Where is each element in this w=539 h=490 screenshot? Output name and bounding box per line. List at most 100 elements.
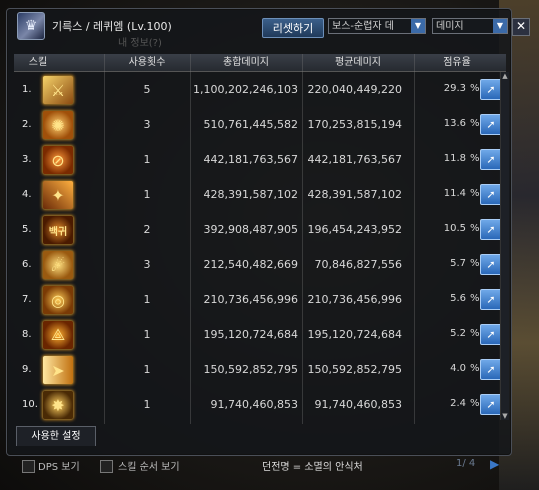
- table-row: 2. ✺ 3 510,761,445,582 170,253,815,194 1…: [14, 107, 506, 142]
- col-uses: 사용횟수: [128, 57, 166, 68]
- next-page-icon[interactable]: ▶: [490, 457, 499, 471]
- skill-icon: ☄: [42, 250, 74, 280]
- table-row: 5. 백귀 2 392,908,487,905 196,454,243,952 …: [14, 212, 506, 247]
- col-share: 점유율: [443, 57, 471, 68]
- uses: 2: [143, 223, 151, 236]
- table-row: 9. ➤ 1 150,592,852,795 150,592,852,795 4…: [14, 352, 506, 387]
- percent-sign: %: [470, 118, 480, 129]
- skill-icon: ➤: [42, 355, 74, 385]
- total-damage: 212,540,482,669: [203, 258, 298, 271]
- rank: 2.: [22, 119, 32, 130]
- skill-icon: ⊘: [42, 145, 74, 175]
- uses: 1: [143, 188, 151, 201]
- used-settings-tab[interactable]: 사용한 설정: [16, 426, 96, 446]
- share: 4.0: [450, 363, 466, 374]
- dungeon-select-value: 보스-순렵자 데: [332, 21, 394, 32]
- skill-icon: 백귀: [42, 215, 74, 245]
- table-row: 7. ◎ 1 210,736,456,996 210,736,456,996 5…: [14, 282, 506, 317]
- share-arrow-icon[interactable]: ➚: [480, 359, 502, 380]
- uses: 3: [143, 258, 151, 271]
- skill-icon: ✸: [42, 390, 74, 420]
- avg-damage: 442,181,763,567: [307, 153, 402, 166]
- skill-icon: ⚔: [42, 75, 74, 105]
- skill-order-checkbox[interactable]: [100, 460, 113, 473]
- total-damage: 510,761,445,582: [203, 118, 298, 131]
- share: 11.4: [443, 188, 466, 199]
- share-arrow-icon[interactable]: ➚: [480, 114, 502, 135]
- uses: 1: [143, 363, 151, 376]
- skill-icon: ✺: [42, 110, 74, 140]
- rank: 8.: [22, 329, 32, 340]
- share-arrow-icon[interactable]: ➚: [480, 149, 502, 170]
- scroll-up-icon[interactable]: ▲: [501, 72, 509, 80]
- skill-icon: ⟁: [42, 320, 74, 350]
- avg-damage: 91,740,460,853: [314, 398, 402, 411]
- share-arrow-icon[interactable]: ➚: [480, 219, 502, 240]
- share-arrow-icon[interactable]: ➚: [480, 254, 502, 275]
- share-arrow-icon[interactable]: ➚: [480, 184, 502, 205]
- uses: 3: [143, 118, 151, 131]
- skill-table: 1. ⚔ 5 1,100,202,246,103 220,040,449,220…: [14, 72, 506, 422]
- skill-order-label: 스킬 순서 보기: [118, 462, 180, 473]
- avg-damage: 195,120,724,684: [307, 328, 402, 341]
- reset-button[interactable]: 리셋하기: [262, 18, 324, 38]
- close-button[interactable]: ✕: [512, 18, 530, 36]
- chevron-down-icon[interactable]: ▼: [411, 19, 425, 33]
- share-arrow-icon[interactable]: ➚: [480, 394, 502, 415]
- metric-select[interactable]: 데미지 ▼: [432, 18, 508, 34]
- percent-sign: %: [470, 363, 480, 374]
- total-damage: 442,181,763,567: [203, 153, 298, 166]
- avg-damage: 210,736,456,996: [307, 293, 402, 306]
- share-arrow-icon[interactable]: ➚: [480, 324, 502, 345]
- title-bar: ♛ 기륵스 / 레퀴엠 (Lv.100) 내 정보(?) 리셋하기 보스-순렵자…: [0, 0, 539, 49]
- faint-subtitle: 내 정보(?): [118, 38, 162, 49]
- avg-damage: 150,592,852,795: [307, 363, 402, 376]
- total-damage: 150,592,852,795: [203, 363, 298, 376]
- total-damage: 428,391,587,102: [203, 188, 298, 201]
- total-damage: 1,100,202,246,103: [193, 83, 298, 96]
- percent-sign: %: [470, 188, 480, 199]
- rank: 6.: [22, 259, 32, 270]
- table-row: 3. ⊘ 1 442,181,763,567 442,181,763,567 1…: [14, 142, 506, 177]
- table-row: 4. ✦ 1 428,391,587,102 428,391,587,102 1…: [14, 177, 506, 212]
- percent-sign: %: [470, 293, 480, 304]
- dps-checkbox[interactable]: [22, 460, 35, 473]
- total-damage: 91,740,460,853: [210, 398, 298, 411]
- avg-damage: 196,454,243,952: [307, 223, 402, 236]
- rank: 10.: [22, 399, 38, 410]
- uses: 1: [143, 293, 151, 306]
- uses: 1: [143, 153, 151, 166]
- chevron-down-icon[interactable]: ▼: [493, 19, 507, 33]
- share-arrow-icon[interactable]: ➚: [480, 289, 502, 310]
- scrollbar[interactable]: ▲ ▼: [500, 72, 509, 420]
- percent-sign: %: [470, 398, 480, 409]
- share: 5.6: [450, 293, 466, 304]
- character-name: 기륵스 / 레퀴엠 (Lv.100): [52, 20, 172, 33]
- dungeon-name: 던전명 = 소멸의 안식처: [262, 462, 363, 473]
- percent-sign: %: [470, 153, 480, 164]
- rank: 9.: [22, 364, 32, 375]
- uses: 5: [143, 83, 151, 96]
- percent-sign: %: [470, 223, 480, 234]
- percent-sign: %: [470, 83, 480, 94]
- table-row: 1. ⚔ 5 1,100,202,246,103 220,040,449,220…: [14, 72, 506, 107]
- dungeon-select[interactable]: 보스-순렵자 데 ▼: [328, 18, 426, 34]
- col-avg: 평균데미지: [335, 57, 381, 68]
- metric-select-value: 데미지: [436, 21, 464, 32]
- share: 5.2: [450, 328, 466, 339]
- avg-damage: 428,391,587,102: [307, 188, 402, 201]
- rank: 4.: [22, 189, 32, 200]
- rank: 5.: [22, 224, 32, 235]
- share: 13.6: [443, 118, 466, 129]
- dps-label: DPS 보기: [38, 462, 80, 473]
- rank: 1.: [22, 84, 32, 95]
- avg-damage: 70,846,827,556: [314, 258, 402, 271]
- uses: 1: [143, 328, 151, 341]
- scroll-down-icon[interactable]: ▼: [501, 412, 509, 420]
- share-arrow-icon[interactable]: ➚: [480, 79, 502, 100]
- rank: 7.: [22, 294, 32, 305]
- share: 29.3: [443, 83, 466, 94]
- percent-sign: %: [470, 328, 480, 339]
- col-total: 총합데미지: [223, 57, 269, 68]
- col-skill: 스킬: [28, 57, 48, 68]
